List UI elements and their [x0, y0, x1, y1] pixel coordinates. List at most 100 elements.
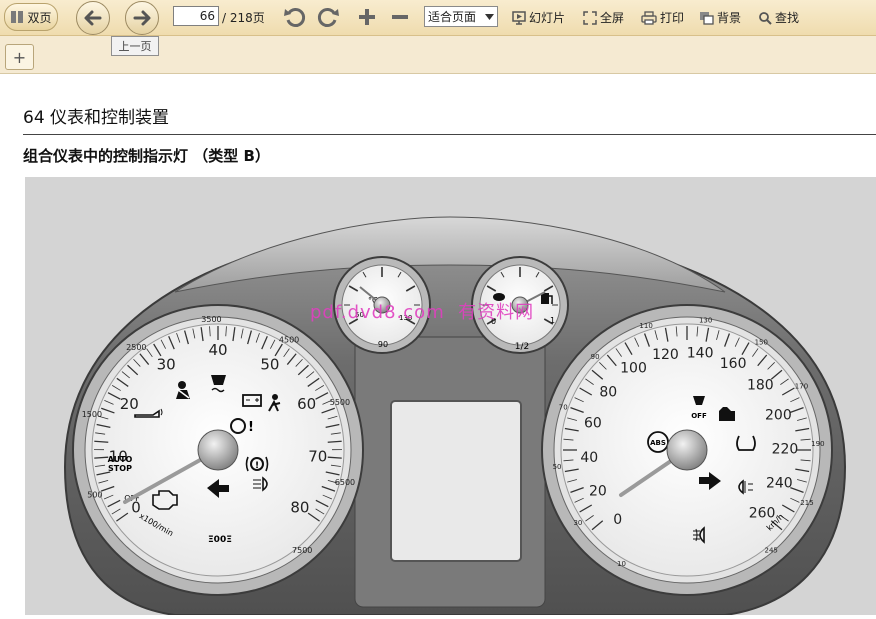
speed-outer-label: 50 [553, 463, 562, 471]
speed-number: 100 [620, 361, 647, 377]
speed-number: 160 [720, 356, 747, 372]
svg-text:!: ! [255, 461, 259, 471]
autostop-label: AUTO [108, 455, 133, 464]
speed-number: 0 [613, 512, 622, 528]
temp-mid-label: 90 [378, 340, 388, 349]
rotate-right-button[interactable] [316, 5, 340, 29]
tach-number: 50 [260, 356, 279, 374]
tach-number: 40 [208, 341, 227, 359]
tach-rpm-label: 2500 [126, 343, 146, 352]
page-header: 64 仪表和控制装置 [23, 103, 169, 128]
tach-number: 30 [157, 356, 176, 374]
rotate-ccw-icon [283, 5, 307, 29]
rear-fog-icon: Ξ00Ξ [208, 535, 232, 545]
tachometer: 0102030405060708050015002500350045005500… [73, 305, 363, 595]
tach-rpm-label: 5500 [330, 398, 350, 407]
prev-page-button[interactable] [76, 1, 110, 35]
fullscreen-button[interactable]: 全屏 [583, 9, 624, 26]
speed-outer-label: 70 [559, 403, 568, 411]
tach-rpm-label: 4500 [279, 336, 299, 345]
section-title: 组合仪表中的控制指示灯 （类型 B） [23, 145, 270, 166]
slideshow-label: 幻灯片 [529, 9, 565, 26]
dual-page-button[interactable]: 双页 [4, 3, 58, 31]
print-button[interactable]: 打印 [641, 9, 684, 26]
autostop-label-2: STOP [108, 464, 132, 473]
zoom-mode-value: 适合页面 [428, 8, 476, 25]
fullscreen-label: 全屏 [600, 9, 624, 26]
dual-page-label: 双页 [27, 9, 51, 26]
background-label: 背景 [717, 9, 741, 26]
chevron-down-icon [485, 14, 494, 20]
rotate-left-button[interactable] [283, 5, 307, 29]
instrument-cluster-illustration: 0 10 20 30 40 50 60 70 80 500 1500 2500 3500 4500 5500… [25, 177, 876, 615]
search-button[interactable]: 查找 [758, 9, 799, 26]
tach-tick [94, 457, 108, 458]
speed-number: 120 [652, 347, 679, 363]
svg-text:Ξ00Ξ: Ξ00Ξ [208, 535, 232, 545]
search-label: 查找 [775, 9, 799, 26]
add-tab-button[interactable]: + [5, 44, 34, 70]
minus-icon [389, 6, 411, 28]
printer-icon [641, 11, 657, 25]
projector-icon [512, 11, 526, 25]
header-divider [23, 134, 876, 135]
plus-icon [356, 6, 378, 28]
abs-label: ABS [650, 439, 666, 447]
speed-outer-label: 150 [755, 338, 768, 346]
tach-number: 20 [120, 395, 139, 413]
speed-outer-label: 110 [639, 322, 652, 330]
tach-rpm-label: 500 [87, 490, 102, 499]
search-icon [758, 11, 772, 25]
speed-outer-label: 30 [573, 519, 582, 527]
book-icon [10, 10, 24, 24]
speed-number: 240 [766, 476, 793, 492]
next-page-button[interactable] [125, 1, 159, 35]
tach-number: 70 [308, 448, 327, 466]
speed-number: 60 [584, 415, 602, 431]
tach-number: 60 [297, 395, 316, 413]
speed-outer-label: 215 [800, 499, 813, 507]
tach-rpm-label: 7500 [292, 546, 312, 555]
speed-outer-label: 170 [795, 383, 808, 391]
toolbar: 双页 66 / 218页 适合页面 [0, 0, 876, 36]
background-icon [699, 11, 714, 25]
page-number-input[interactable]: 66 [173, 6, 219, 26]
tach-tick [328, 457, 342, 458]
slideshow-button[interactable]: 幻灯片 [512, 9, 565, 26]
speed-outer-label: 130 [699, 317, 712, 325]
tach-number: 80 [290, 498, 309, 516]
rotate-cw-icon [316, 5, 340, 29]
speed-outer-label: 190 [811, 440, 824, 448]
svg-text:!: ! [248, 420, 254, 435]
tach-rpm-label: 1500 [82, 410, 102, 419]
prev-page-tooltip: 上一页 [111, 36, 159, 56]
arrow-right-icon [131, 7, 153, 29]
speed-outer-label: 10 [617, 560, 626, 568]
fuel-half-label: 1/2 [515, 342, 529, 352]
speed-number: 80 [599, 384, 617, 400]
speed-number: 180 [747, 378, 774, 394]
pdf-watermark: pdf.dvd8.com 有资料网 [310, 298, 534, 324]
center-display [391, 401, 521, 561]
background-button[interactable]: 背景 [699, 9, 741, 26]
speed-outer-label: 90 [591, 353, 600, 361]
zoom-in-button[interactable] [356, 6, 378, 28]
tach-rpm-label: 6500 [335, 478, 355, 487]
fuel-full-label: 1 [550, 316, 555, 325]
speed-number: 220 [772, 441, 799, 457]
print-label: 打印 [660, 9, 684, 26]
speed-number: 200 [765, 407, 792, 423]
page-total: / 218页 [222, 9, 265, 26]
fullscreen-icon [583, 11, 597, 25]
speed-number: 20 [589, 483, 607, 499]
instrument-cluster-drawing: 0 10 20 30 40 50 60 70 80 500 1500 2500 3500 4500 5500… [25, 177, 876, 615]
zoom-mode-select[interactable]: 适合页面 [424, 6, 498, 27]
zoom-out-button[interactable] [389, 6, 411, 28]
tach-rpm-label: 3500 [201, 315, 221, 324]
arrow-left-icon [82, 7, 104, 29]
speed-number: 40 [580, 450, 598, 466]
speed-outer-label: 245 [765, 547, 778, 555]
esp-off-label: OFF [691, 412, 707, 420]
speedometer: 020406080100120140160180200220240260 103… [542, 305, 832, 595]
speed-number: 140 [687, 346, 714, 362]
